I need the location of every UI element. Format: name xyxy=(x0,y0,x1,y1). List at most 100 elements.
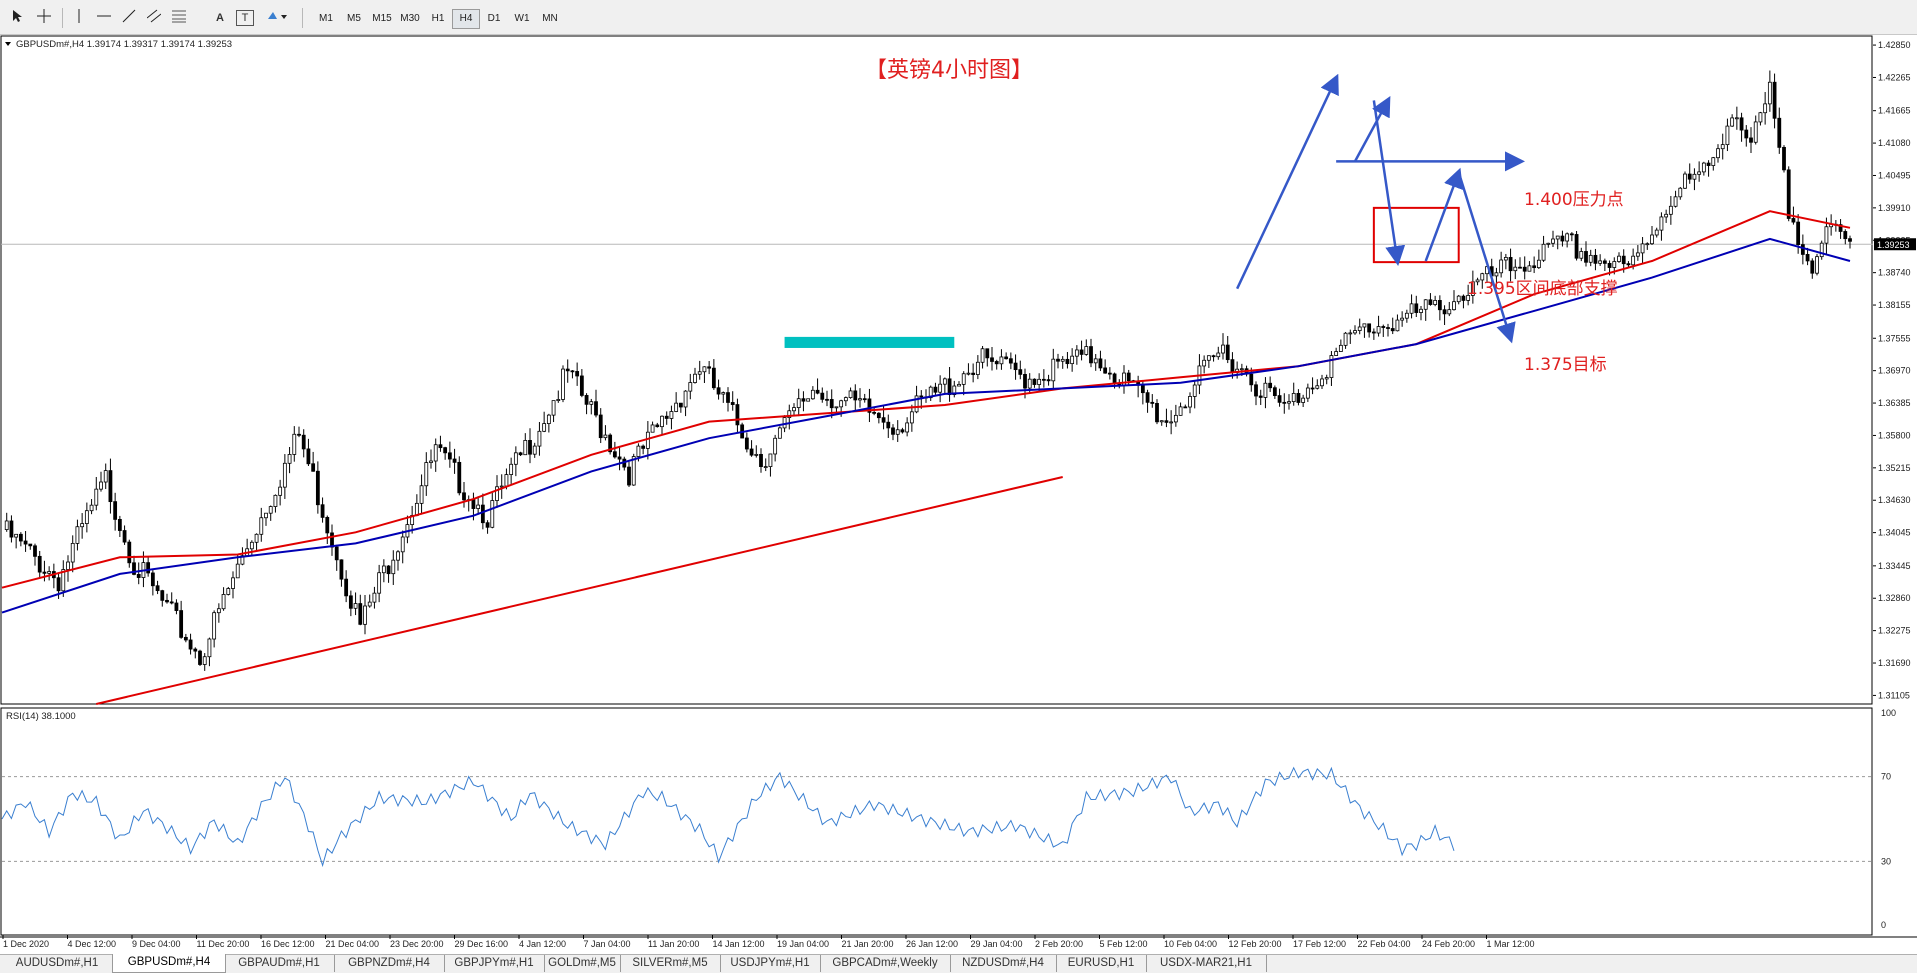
candle-body xyxy=(862,398,867,401)
candle-body xyxy=(674,402,679,412)
candle-body xyxy=(80,523,85,528)
candle-body xyxy=(1697,171,1702,175)
y-tick-label: 1.32275 xyxy=(1878,626,1911,636)
candle-body xyxy=(806,398,811,402)
candle-body xyxy=(1720,144,1725,150)
candle-body xyxy=(853,390,858,401)
text-label-icon[interactable]: A xyxy=(212,9,228,27)
timeframe-button-m5[interactable]: M5 xyxy=(340,9,368,29)
candle-body xyxy=(1645,243,1650,246)
candle-body xyxy=(1159,420,1164,423)
candle-body xyxy=(556,399,561,402)
collapse-triangle-icon[interactable] xyxy=(5,42,11,46)
symbol-tab[interactable]: SILVERm#,M5 xyxy=(620,955,721,972)
x-tick-label: 12 Feb 20:00 xyxy=(1229,939,1282,949)
candle-body xyxy=(1056,358,1060,362)
horizontal-line-icon[interactable] xyxy=(95,9,113,27)
trendline-icon[interactable] xyxy=(120,9,138,27)
symbol-tab[interactable]: GBPCADm#,Weekly xyxy=(820,955,951,972)
candle-body xyxy=(419,485,424,504)
candle-body xyxy=(1037,378,1042,385)
symbol-tab[interactable]: GBPNZDm#,H4 xyxy=(334,955,445,972)
symbol-tab[interactable]: USDJPYm#,H1 xyxy=(720,955,821,972)
candle-body xyxy=(1437,300,1442,311)
symbol-tab[interactable]: GBPUSDm#,H4 xyxy=(112,954,226,973)
candle-body xyxy=(231,577,235,589)
candle-body xyxy=(1569,233,1574,236)
timeframe-button-mn[interactable]: MN xyxy=(536,9,564,29)
candle-body xyxy=(1824,226,1829,244)
shapes-icon[interactable] xyxy=(264,9,290,27)
symbol-tab[interactable]: NZDUSDm#,H4 xyxy=(950,955,1057,972)
symbol-tab[interactable]: USDX-MAR21,H1 xyxy=(1146,955,1267,972)
candle-body xyxy=(1258,395,1263,398)
x-tick-label: 5 Feb 12:00 xyxy=(1100,939,1148,949)
vertical-line-icon[interactable] xyxy=(70,9,88,27)
toolbar-separator xyxy=(302,8,303,28)
timeframe-button-m1[interactable]: M1 xyxy=(312,9,340,29)
fibonacci-icon[interactable] xyxy=(170,9,188,27)
candle-body xyxy=(980,348,985,363)
y-tick-label: 1.41665 xyxy=(1878,106,1911,116)
symbol-tab[interactable]: AUDUSDm#,H1 xyxy=(2,955,113,972)
candle-body xyxy=(47,571,52,574)
symbol-tab[interactable]: GBPAUDm#,H1 xyxy=(224,955,335,972)
candle-body xyxy=(1782,146,1786,171)
candle-body xyxy=(1683,173,1687,189)
channel-icon[interactable] xyxy=(145,9,163,27)
candle-body xyxy=(1508,257,1513,272)
candle-body xyxy=(117,518,122,531)
rsi-tick-label: 30 xyxy=(1881,856,1891,866)
candle-body xyxy=(1635,252,1640,257)
timeframe-button-m30[interactable]: M30 xyxy=(396,9,424,29)
symbol-tab[interactable]: GBPJPYm#,H1 xyxy=(444,955,545,972)
candle-body xyxy=(744,437,749,450)
candle-body xyxy=(391,559,396,575)
candle-body xyxy=(1777,117,1782,148)
candle-body xyxy=(1800,244,1805,255)
candle-body xyxy=(820,392,825,400)
candle-body xyxy=(537,430,542,447)
candle-body xyxy=(660,415,664,428)
timeframe-button-h1[interactable]: H1 xyxy=(424,9,452,29)
candle-body xyxy=(1574,234,1579,259)
timeframe-button-m15[interactable]: M15 xyxy=(368,9,396,29)
rsi-line xyxy=(1,766,1455,868)
candle-body xyxy=(1687,173,1692,180)
candle-body xyxy=(669,411,674,419)
candle-body xyxy=(575,371,580,377)
timeframe-button-h4[interactable]: H4 xyxy=(452,9,480,29)
timeframe-button-w1[interactable]: W1 xyxy=(508,9,536,29)
candle-body xyxy=(532,445,537,455)
candle-body xyxy=(1791,218,1796,223)
y-tick-label: 1.32860 xyxy=(1878,593,1911,603)
cursor-icon[interactable] xyxy=(8,9,28,27)
candle-body xyxy=(1239,368,1244,371)
candle-body xyxy=(1673,196,1678,207)
candle-body xyxy=(1602,260,1607,264)
candle-body xyxy=(84,510,89,524)
y-tick-label: 1.33445 xyxy=(1878,561,1911,571)
candle-body xyxy=(1272,387,1277,396)
crosshair-icon[interactable] xyxy=(34,9,54,27)
candle-body xyxy=(471,499,476,509)
candle-body xyxy=(1447,309,1452,315)
candle-body xyxy=(457,461,462,494)
candle-body xyxy=(400,536,405,553)
symbol-tab[interactable]: GOLDm#,M5 xyxy=(544,955,621,972)
x-tick-label: 11 Dec 20:00 xyxy=(197,939,250,949)
candle-body xyxy=(754,453,759,456)
symbol-tab[interactable]: EURUSD,H1 xyxy=(1056,955,1147,972)
candle-body xyxy=(1371,331,1376,334)
candle-body xyxy=(617,456,622,460)
timeframe-button-d1[interactable]: D1 xyxy=(480,9,508,29)
candle-body xyxy=(938,383,943,393)
candle-body xyxy=(627,466,631,486)
text-box-icon[interactable]: T xyxy=(236,10,254,26)
candle-body xyxy=(1848,238,1852,242)
y-tick-label: 1.34630 xyxy=(1878,495,1911,505)
candle-body xyxy=(1494,272,1499,277)
candle-body xyxy=(1419,308,1423,313)
candle-body xyxy=(358,603,363,625)
candle-body xyxy=(367,601,372,607)
